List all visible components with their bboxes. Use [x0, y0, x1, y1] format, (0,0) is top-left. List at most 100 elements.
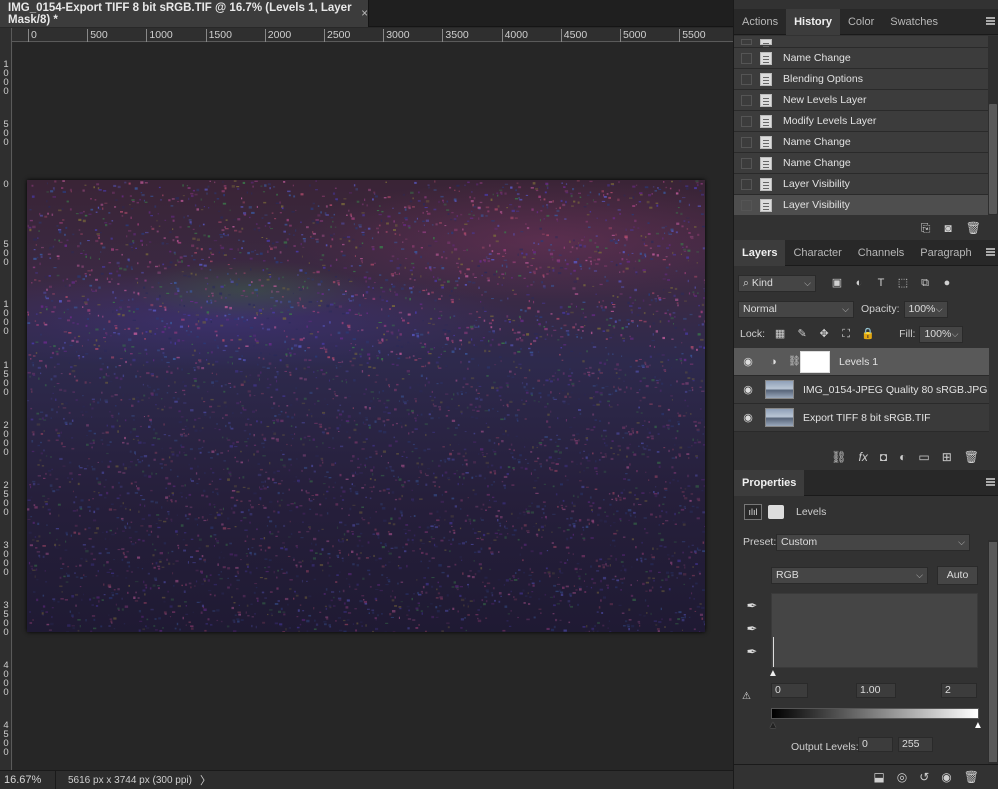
link-layers-icon[interactable]: ⛓ — [831, 451, 846, 463]
tab-color[interactable]: Color — [840, 9, 882, 35]
reset-icon[interactable]: ↺ — [919, 771, 929, 783]
filter-smart-object-icon[interactable]: ⧉ — [918, 276, 932, 290]
add-mask-icon[interactable]: ◘ — [880, 451, 887, 463]
properties-scrollbar[interactable] — [988, 540, 998, 765]
history-brush-source-checkbox[interactable] — [741, 73, 752, 85]
mask-icon[interactable] — [768, 505, 784, 519]
history-brush-source-checkbox[interactable] — [741, 94, 752, 106]
history-item[interactable]: Modify Levels Layer — [734, 111, 989, 132]
preset-select[interactable]: Custom ⌵ — [776, 534, 970, 551]
history-brush-source-checkbox[interactable] — [741, 157, 752, 169]
history-scrollbar[interactable] — [988, 36, 998, 215]
tab-swatches[interactable]: Swatches — [882, 9, 946, 35]
history-brush-source-checkbox[interactable] — [741, 199, 752, 211]
panel-menu-icon[interactable] — [986, 17, 995, 25]
fill-input[interactable]: 100% ⌵ — [919, 325, 964, 343]
history-brush-source-checkbox[interactable] — [741, 136, 752, 148]
lock-transparent-icon[interactable]: ▦ — [773, 327, 787, 341]
tab-paragraph[interactable]: Paragraph — [912, 240, 979, 266]
output-black-field[interactable]: 0 — [858, 737, 893, 752]
link-chain-icon[interactable]: ⛓ — [788, 356, 801, 367]
document-tab[interactable]: IMG_0154-Export TIFF 8 bit sRGB.TIF @ 16… — [0, 0, 368, 27]
camera-snapshot-icon[interactable]: ◙ — [945, 222, 952, 234]
filter-shape-icon[interactable]: ⬚ — [896, 276, 910, 290]
panel-menu-icon[interactable] — [986, 248, 995, 256]
view-previous-state-icon[interactable]: ◎ — [897, 771, 907, 783]
zoom-level[interactable]: 16.67% — [0, 770, 56, 789]
filter-toggle-icon[interactable]: ● — [940, 276, 954, 290]
history-item[interactable]: Name Change — [734, 132, 989, 153]
history-item-selected[interactable]: Layer Visibility — [734, 195, 989, 215]
eye-icon[interactable]: ◉ — [734, 355, 762, 368]
layer-row[interactable]: ◉ Export TIFF 8 bit sRGB.TIF — [734, 404, 989, 432]
opacity-input[interactable]: 100% ⌵ — [903, 300, 948, 318]
scrollbar-thumb[interactable] — [989, 104, 997, 214]
history-item[interactable]: Name Change — [734, 48, 989, 69]
layer-name[interactable]: IMG_0154-JPEG Quality 80 sRGB.JPG — [803, 384, 987, 396]
tab-channels[interactable]: Channels — [850, 240, 912, 266]
document-image[interactable] — [27, 180, 705, 632]
lock-artboard-icon[interactable]: ⛶ — [839, 327, 853, 341]
trash-icon[interactable]: 🗑 — [966, 222, 981, 234]
trash-icon[interactable]: 🗑 — [964, 771, 979, 783]
white-point-eyedropper-icon[interactable]: ✒ — [744, 644, 760, 660]
output-white-field[interactable]: 255 — [898, 737, 933, 752]
tab-layers[interactable]: Layers — [734, 240, 786, 266]
tab-actions[interactable]: Actions — [734, 9, 786, 35]
history-item[interactable]: Blending Options — [734, 69, 989, 90]
history-item[interactable]: New Levels Layer — [734, 90, 989, 111]
eye-icon[interactable]: ◉ — [734, 411, 762, 424]
filter-kind-select[interactable]: ⌕ Kind ⌵ — [738, 274, 816, 292]
lock-all-icon[interactable]: 🔒 — [861, 327, 875, 341]
layer-row[interactable]: ◉ IMG_0154-JPEG Quality 80 sRGB.JPG — [734, 376, 989, 404]
filter-pixel-icon[interactable]: ▣ — [830, 276, 844, 290]
fx-icon[interactable]: fx — [859, 451, 868, 463]
history-brush-source-checkbox[interactable] — [741, 115, 752, 127]
eye-icon[interactable]: ◉ — [734, 383, 762, 396]
black-point-eyedropper-icon[interactable]: ✒ — [744, 598, 760, 614]
channel-select[interactable]: RGB ⌵ — [771, 567, 928, 584]
layer-mask-thumbnail[interactable] — [800, 350, 830, 373]
output-white-slider-icon[interactable]: ▲ — [973, 720, 983, 731]
status-menu-arrow-icon[interactable]: 〉 — [200, 772, 211, 788]
gray-point-eyedropper-icon[interactable]: ✒ — [744, 621, 760, 637]
layer-name[interactable]: Export TIFF 8 bit sRGB.TIF — [803, 412, 931, 424]
history-brush-source-checkbox[interactable] — [741, 52, 752, 64]
lock-position-icon[interactable]: ✥ — [817, 327, 831, 341]
ruler-vertical[interactable]: 1 0 0 0 5 0 0 0 5 0 0 1 0 0 0 1 5 0 0 2 0 0 0 2… — [0, 28, 12, 770]
new-adjustment-layer-icon[interactable]: ◐ — [899, 451, 906, 463]
layer-row-levels[interactable]: ◉ ◑ ⛓ Levels 1 — [734, 348, 989, 376]
trash-icon[interactable]: 🗑 — [964, 451, 979, 463]
tab-character[interactable]: Character — [785, 240, 849, 266]
blend-mode-select[interactable]: Normal ⌵ — [738, 300, 854, 318]
visibility-eye-icon[interactable]: ◉ — [941, 771, 951, 783]
close-tab-icon[interactable]: × — [361, 8, 368, 20]
levels-adjustment-icon[interactable]: ılıl — [744, 504, 762, 520]
panel-menu-icon[interactable] — [986, 478, 995, 486]
lock-brush-icon[interactable]: ✎ — [795, 327, 809, 341]
new-group-folder-icon[interactable]: ▭ — [918, 451, 929, 463]
history-item[interactable]: Layer Visibility — [734, 174, 989, 195]
input-white-field[interactable]: 2 — [941, 683, 977, 698]
tab-properties[interactable]: Properties — [734, 470, 805, 496]
input-black-slider-icon[interactable]: ▲ — [768, 668, 778, 679]
filter-type-icon[interactable]: T — [874, 276, 888, 290]
output-black-slider-icon[interactable]: ▲ — [768, 720, 778, 731]
scrollbar-thumb[interactable] — [989, 542, 997, 762]
clip-to-layer-icon[interactable]: ⬓ — [873, 771, 884, 783]
clipping-warning-icon[interactable]: ⚠ — [742, 691, 751, 702]
history-item-partial[interactable] — [734, 36, 989, 48]
input-gamma-field[interactable]: 1.00 — [856, 683, 896, 698]
filter-adjustment-icon[interactable]: ◐ — [852, 276, 866, 290]
levels-histogram[interactable] — [771, 593, 978, 668]
layer-name[interactable]: Levels 1 — [839, 356, 878, 368]
new-document-from-state-icon[interactable]: ⎘ — [921, 222, 931, 234]
input-black-field[interactable]: 0 — [771, 683, 808, 698]
ruler-horizontal[interactable]: 0 500 1000 1500 2000 2500 3000 3500 4000 4500 5000… — [12, 28, 733, 42]
auto-button[interactable]: Auto — [937, 566, 978, 585]
history-brush-source-checkbox[interactable] — [741, 178, 752, 190]
history-item[interactable]: Name Change — [734, 153, 989, 174]
new-layer-icon[interactable]: ⊞ — [942, 451, 952, 463]
tab-history[interactable]: History — [786, 9, 840, 35]
canvas-area[interactable] — [13, 43, 733, 770]
